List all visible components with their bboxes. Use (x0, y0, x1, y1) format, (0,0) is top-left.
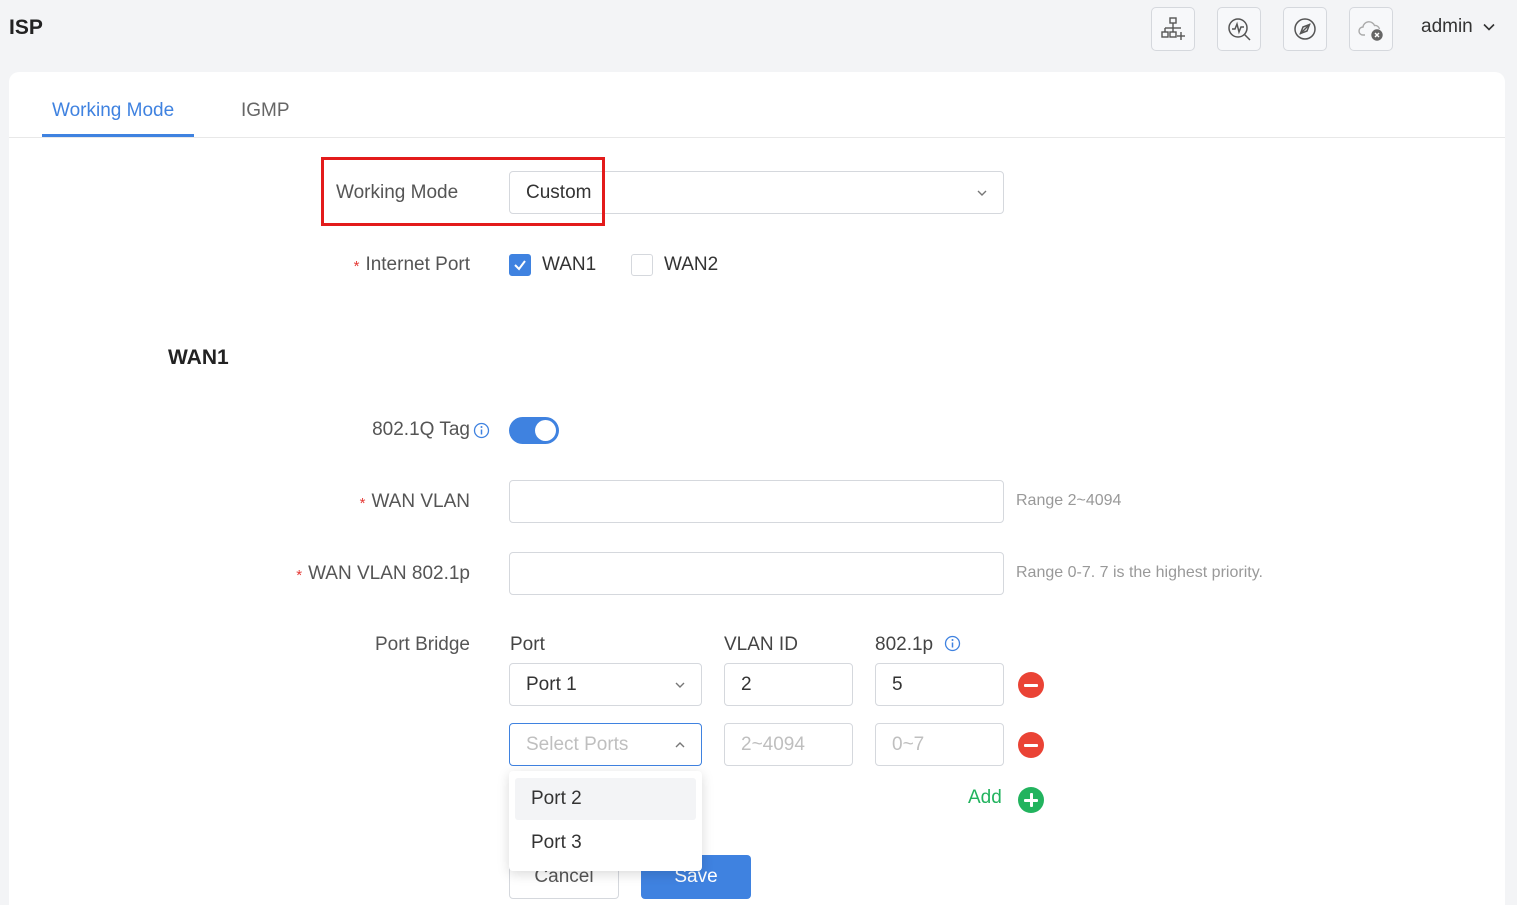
port-dropdown: Port 2 Port 3 (509, 771, 702, 871)
port-bridge-label: Port Bridge (374, 634, 470, 655)
wan2-checkbox-label[interactable]: WAN2 (664, 254, 718, 276)
port-select-row-2[interactable]: Select Ports (509, 723, 702, 766)
wan-vlan-p-input[interactable] (509, 552, 1004, 595)
info-icon[interactable] (473, 422, 490, 439)
tab-igmp[interactable]: IGMP (241, 100, 290, 122)
active-tab-indicator (42, 134, 194, 137)
remove-row-2-button[interactable] (1018, 732, 1044, 758)
tag-label: 802.1Q Tag (372, 419, 470, 440)
top-bar: ISP admin (0, 0, 1517, 60)
chevron-down-icon (675, 682, 685, 688)
tab-bar: Working Mode IGMP (9, 72, 1505, 138)
wan-vlan-p-label: * WAN VLAN 802.1p (296, 563, 470, 584)
dropdown-option-port-2[interactable]: Port 2 (515, 778, 696, 820)
wan2-checkbox[interactable] (631, 254, 653, 276)
wan1-checkbox[interactable] (509, 254, 531, 276)
tag-toggle[interactable] (509, 417, 559, 444)
chevron-down-icon (977, 190, 987, 196)
vlan-id-input-row-2[interactable]: 2~4094 (724, 723, 853, 766)
network-add-icon (1161, 17, 1185, 40)
diagnostics-icon (1228, 18, 1251, 41)
diagnostics-button[interactable] (1217, 7, 1261, 51)
compass-icon (1294, 18, 1316, 40)
highlight-box (321, 157, 605, 226)
wan-vlan-input[interactable] (509, 480, 1004, 523)
wan1-section-title: WAN1 (168, 346, 229, 369)
wan-vlan-label: * WAN VLAN (359, 491, 470, 512)
vlan-id-column-header: VLAN ID (724, 634, 798, 655)
cloud-offline-icon (1358, 21, 1383, 41)
port-select-row-1[interactable]: Port 1 (509, 663, 702, 706)
cloud-offline-button[interactable] (1349, 7, 1393, 51)
p-column-header: 802.1p (875, 634, 961, 656)
remove-row-1-button[interactable] (1018, 672, 1044, 698)
dropdown-option-port-3[interactable]: Port 3 (515, 822, 696, 864)
add-row-button[interactable] (1018, 787, 1044, 813)
p-input-row-2[interactable]: 0~7 (875, 723, 1004, 766)
wan1-checkbox-label[interactable]: WAN1 (542, 254, 596, 276)
vlan-id-input-row-1[interactable]: 2 (724, 663, 853, 706)
user-menu[interactable]: admin (1421, 16, 1496, 38)
wan-vlan-hint: Range 2~4094 (1016, 492, 1122, 509)
chevron-down-icon (1483, 23, 1495, 31)
checkmark-icon (514, 260, 526, 271)
add-row-label[interactable]: Add (968, 787, 1002, 809)
port-column-header: Port (510, 634, 545, 655)
toggle-knob (535, 420, 556, 441)
wan-vlan-p-hint: Range 0-7. 7 is the highest priority. (1016, 564, 1263, 581)
p-input-row-1[interactable]: 5 (875, 663, 1004, 706)
page-title: ISP (9, 16, 43, 39)
required-mark: * (353, 258, 360, 275)
compass-button[interactable] (1283, 7, 1327, 51)
info-icon[interactable] (944, 635, 961, 652)
internet-port-label: * Internet Port (353, 254, 470, 275)
user-name: admin (1421, 16, 1473, 37)
chevron-up-icon (675, 742, 685, 748)
network-add-button[interactable] (1151, 7, 1195, 51)
tab-working-mode[interactable]: Working Mode (52, 100, 174, 122)
